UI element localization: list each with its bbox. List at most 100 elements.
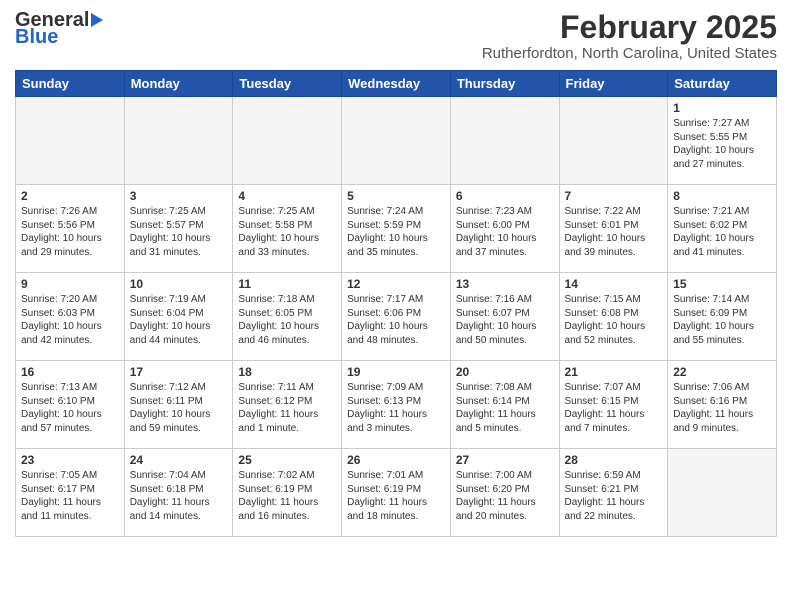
calendar-cell: 23 Sunrise: 7:05 AM Sunset: 6:17 PM Dayli… (16, 449, 125, 537)
day-info: Sunrise: 7:25 AM Sunset: 5:58 PM Dayligh… (238, 205, 336, 259)
day-info: Sunrise: 7:21 AM Sunset: 6:02 PM Dayligh… (673, 205, 771, 259)
day-number: 25 (238, 453, 336, 467)
day-info: Sunrise: 7:07 AM Sunset: 6:15 PM Dayligh… (565, 381, 663, 435)
day-number: 21 (565, 365, 663, 379)
weekday-header-row: SundayMondayTuesdayWednesdayThursdayFrid… (16, 71, 777, 97)
day-number: 23 (21, 453, 119, 467)
logo: General Blue (15, 10, 103, 49)
calendar-title: February 2025 (482, 10, 777, 45)
day-info: Sunrise: 6:59 AM Sunset: 6:21 PM Dayligh… (565, 469, 663, 523)
day-info: Sunrise: 7:17 AM Sunset: 6:06 PM Dayligh… (347, 293, 445, 347)
calendar-cell: 28 Sunrise: 6:59 AM Sunset: 6:21 PM Dayli… (559, 449, 668, 537)
calendar-cell: 4Sunrise: 7:25 AM Sunset: 5:58 PM Daylig… (233, 185, 342, 273)
day-number: 18 (238, 365, 336, 379)
calendar-cell: 24Sunrise: 7:04 AM Sunset: 6:18 PM Dayli… (124, 449, 233, 537)
day-number: 13 (456, 277, 554, 291)
calendar-cell: 1 Sunrise: 7:27 AM Sunset: 5:55 PM Daylig… (668, 97, 777, 185)
day-info: Sunrise: 7:02 AM Sunset: 6:19 PM Dayligh… (238, 469, 336, 523)
day-info: Sunrise: 7:19 AM Sunset: 6:04 PM Dayligh… (130, 293, 228, 347)
day-info: Sunrise: 7:18 AM Sunset: 6:05 PM Dayligh… (238, 293, 336, 347)
weekday-header-thursday: Thursday (450, 71, 559, 97)
day-info: Sunrise: 7:22 AM Sunset: 6:01 PM Dayligh… (565, 205, 663, 259)
day-info: Sunrise: 7:11 AM Sunset: 6:12 PM Dayligh… (238, 381, 336, 435)
day-number: 2 (21, 189, 119, 203)
weekday-header-saturday: Saturday (668, 71, 777, 97)
calendar-cell: 27 Sunrise: 7:00 AM Sunset: 6:20 PM Dayli… (450, 449, 559, 537)
day-info: Sunrise: 7:15 AM Sunset: 6:08 PM Dayligh… (565, 293, 663, 347)
day-number: 11 (238, 277, 336, 291)
calendar-cell (16, 97, 125, 185)
calendar-table: SundayMondayTuesdayWednesdayThursdayFrid… (15, 70, 777, 537)
calendar-cell: 26Sunrise: 7:01 AM Sunset: 6:19 PM Dayli… (342, 449, 451, 537)
weekday-header-monday: Monday (124, 71, 233, 97)
calendar-subtitle: Rutherfordton, North Carolina, United St… (482, 45, 777, 62)
title-block: February 2025 Rutherfordton, North Carol… (482, 10, 777, 62)
calendar-cell: 13 Sunrise: 7:16 AM Sunset: 6:07 PM Dayli… (450, 273, 559, 361)
day-info: Sunrise: 7:09 AM Sunset: 6:13 PM Dayligh… (347, 381, 445, 435)
day-number: 6 (456, 189, 554, 203)
calendar-cell (450, 97, 559, 185)
day-info: Sunrise: 7:12 AM Sunset: 6:11 PM Dayligh… (130, 381, 228, 435)
calendar-cell: 22 Sunrise: 7:06 AM Sunset: 6:16 PM Dayli… (668, 361, 777, 449)
day-number: 7 (565, 189, 663, 203)
logo-blue: Blue (15, 26, 58, 49)
calendar-cell: 7 Sunrise: 7:22 AM Sunset: 6:01 PM Daylig… (559, 185, 668, 273)
week-row-2: 2Sunrise: 7:26 AM Sunset: 5:56 PM Daylig… (16, 185, 777, 273)
day-info: Sunrise: 7:06 AM Sunset: 6:16 PM Dayligh… (673, 381, 771, 435)
day-number: 8 (673, 189, 771, 203)
week-row-1: 1 Sunrise: 7:27 AM Sunset: 5:55 PM Daylig… (16, 97, 777, 185)
week-row-4: 16Sunrise: 7:13 AM Sunset: 6:10 PM Dayli… (16, 361, 777, 449)
calendar-cell: 10Sunrise: 7:19 AM Sunset: 6:04 PM Dayli… (124, 273, 233, 361)
calendar-cell: 12 Sunrise: 7:17 AM Sunset: 6:06 PM Dayli… (342, 273, 451, 361)
day-info: Sunrise: 7:00 AM Sunset: 6:20 PM Dayligh… (456, 469, 554, 523)
calendar-cell: 20 Sunrise: 7:08 AM Sunset: 6:14 PM Dayli… (450, 361, 559, 449)
calendar-cell: 2Sunrise: 7:26 AM Sunset: 5:56 PM Daylig… (16, 185, 125, 273)
header: General Blue February 2025 Rutherfordton… (15, 10, 777, 62)
calendar-cell: 14 Sunrise: 7:15 AM Sunset: 6:08 PM Dayli… (559, 273, 668, 361)
calendar-cell: 18 Sunrise: 7:11 AM Sunset: 6:12 PM Dayli… (233, 361, 342, 449)
day-number: 1 (673, 101, 771, 115)
day-info: Sunrise: 7:27 AM Sunset: 5:55 PM Dayligh… (673, 117, 771, 171)
day-number: 27 (456, 453, 554, 467)
day-number: 12 (347, 277, 445, 291)
calendar-cell: 21 Sunrise: 7:07 AM Sunset: 6:15 PM Dayli… (559, 361, 668, 449)
calendar-cell (559, 97, 668, 185)
calendar-cell: 9Sunrise: 7:20 AM Sunset: 6:03 PM Daylig… (16, 273, 125, 361)
weekday-header-friday: Friday (559, 71, 668, 97)
calendar-cell: 3 Sunrise: 7:25 AM Sunset: 5:57 PM Daylig… (124, 185, 233, 273)
day-number: 22 (673, 365, 771, 379)
day-number: 3 (130, 189, 228, 203)
weekday-header-sunday: Sunday (16, 71, 125, 97)
calendar-cell: 25 Sunrise: 7:02 AM Sunset: 6:19 PM Dayli… (233, 449, 342, 537)
calendar-cell: 8 Sunrise: 7:21 AM Sunset: 6:02 PM Daylig… (668, 185, 777, 273)
calendar-cell: 17 Sunrise: 7:12 AM Sunset: 6:11 PM Dayli… (124, 361, 233, 449)
day-number: 17 (130, 365, 228, 379)
day-info: Sunrise: 7:05 AM Sunset: 6:17 PM Dayligh… (21, 469, 119, 523)
day-number: 24 (130, 453, 228, 467)
calendar-cell (668, 449, 777, 537)
day-info: Sunrise: 7:25 AM Sunset: 5:57 PM Dayligh… (130, 205, 228, 259)
day-info: Sunrise: 7:16 AM Sunset: 6:07 PM Dayligh… (456, 293, 554, 347)
week-row-5: 23 Sunrise: 7:05 AM Sunset: 6:17 PM Dayli… (16, 449, 777, 537)
day-number: 9 (21, 277, 119, 291)
day-number: 19 (347, 365, 445, 379)
calendar-cell: 6 Sunrise: 7:23 AM Sunset: 6:00 PM Daylig… (450, 185, 559, 273)
calendar-cell (124, 97, 233, 185)
day-number: 28 (565, 453, 663, 467)
day-number: 15 (673, 277, 771, 291)
day-info: Sunrise: 7:24 AM Sunset: 5:59 PM Dayligh… (347, 205, 445, 259)
weekday-header-wednesday: Wednesday (342, 71, 451, 97)
calendar-cell: 15 Sunrise: 7:14 AM Sunset: 6:09 PM Dayli… (668, 273, 777, 361)
day-number: 26 (347, 453, 445, 467)
day-number: 20 (456, 365, 554, 379)
calendar-cell: 16Sunrise: 7:13 AM Sunset: 6:10 PM Dayli… (16, 361, 125, 449)
day-number: 14 (565, 277, 663, 291)
logo-arrow-icon (91, 13, 103, 27)
day-number: 16 (21, 365, 119, 379)
day-info: Sunrise: 7:08 AM Sunset: 6:14 PM Dayligh… (456, 381, 554, 435)
calendar-page: General Blue February 2025 Rutherfordton… (0, 0, 792, 547)
day-info: Sunrise: 7:14 AM Sunset: 6:09 PM Dayligh… (673, 293, 771, 347)
calendar-cell: 11 Sunrise: 7:18 AM Sunset: 6:05 PM Dayli… (233, 273, 342, 361)
day-info: Sunrise: 7:23 AM Sunset: 6:00 PM Dayligh… (456, 205, 554, 259)
calendar-cell: 19 Sunrise: 7:09 AM Sunset: 6:13 PM Dayli… (342, 361, 451, 449)
